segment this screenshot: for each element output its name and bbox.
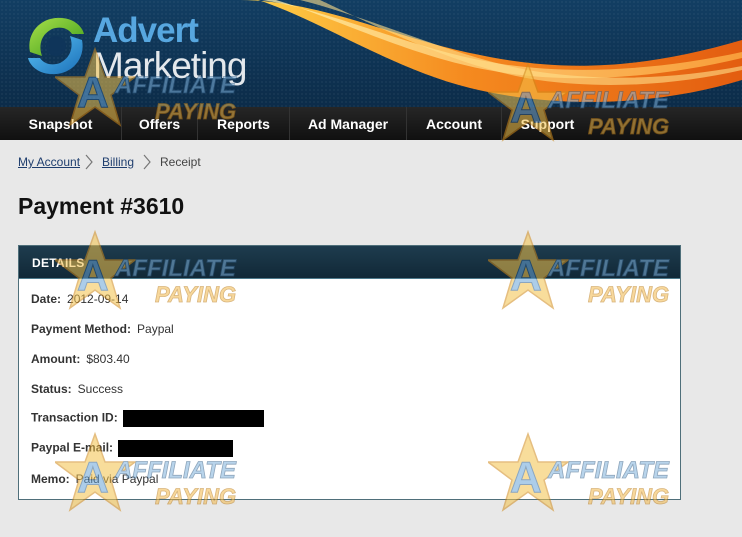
detail-label: Date: [31,292,62,306]
breadcrumb-my-account[interactable]: My Account [18,155,80,169]
details-panel: DETAILS Date: 2012-09-14 Payment Method: P… [18,245,681,500]
detail-label: Memo: [31,472,70,486]
detail-row-paypal-email: Paypal E-mail: [31,440,234,457]
page-title: Payment #3610 [18,193,185,219]
detail-label: Transaction ID: [31,410,118,425]
redacted-value [122,410,264,427]
site-header: Advert Marketing [0,0,742,107]
detail-label: Paypal E-mail: [31,440,114,455]
detail-label: Amount: [31,352,81,366]
nav-snapshot[interactable]: Snapshot [0,107,121,140]
detail-value: Success [77,382,124,396]
detail-row-status: Status: Success [31,382,123,396]
nav-offers[interactable]: Offers [121,107,197,140]
detail-row-memo: Memo: Paid via Paypal [31,472,158,486]
detail-label: Status: [31,382,72,396]
redacted-value [118,440,234,457]
detail-value: Paypal [137,322,174,336]
chevron-right-icon [85,154,93,170]
nav-support[interactable]: Support [501,107,593,140]
nav-ad-manager[interactable]: Ad Manager [289,107,406,140]
detail-row-date: Date: 2012-09-14 [31,292,128,306]
detail-value: Paid via Paypal [75,472,159,486]
breadcrumb-billing[interactable]: Billing [102,155,134,169]
logo-word-marketing: Marketing [93,45,247,86]
detail-row-transaction-id: Transaction ID: [31,410,264,427]
logo-icon [28,17,84,75]
nav-account[interactable]: Account [406,107,501,140]
detail-label: Payment Method: [31,322,132,336]
detail-value: $803.40 [86,352,130,366]
detail-value: 2012-09-14 [67,292,129,306]
nav-reports[interactable]: Reports [197,107,289,140]
detail-row-amount: Amount: $803.40 [31,352,130,366]
breadcrumb-receipt: Receipt [160,155,201,169]
details-panel-header: DETAILS [19,246,680,279]
detail-row-payment-method: Payment Method: Paypal [31,322,174,336]
main-nav: Snapshot Offers Reports Ad Manager Accou… [0,107,742,140]
chevron-right-icon [143,154,151,170]
